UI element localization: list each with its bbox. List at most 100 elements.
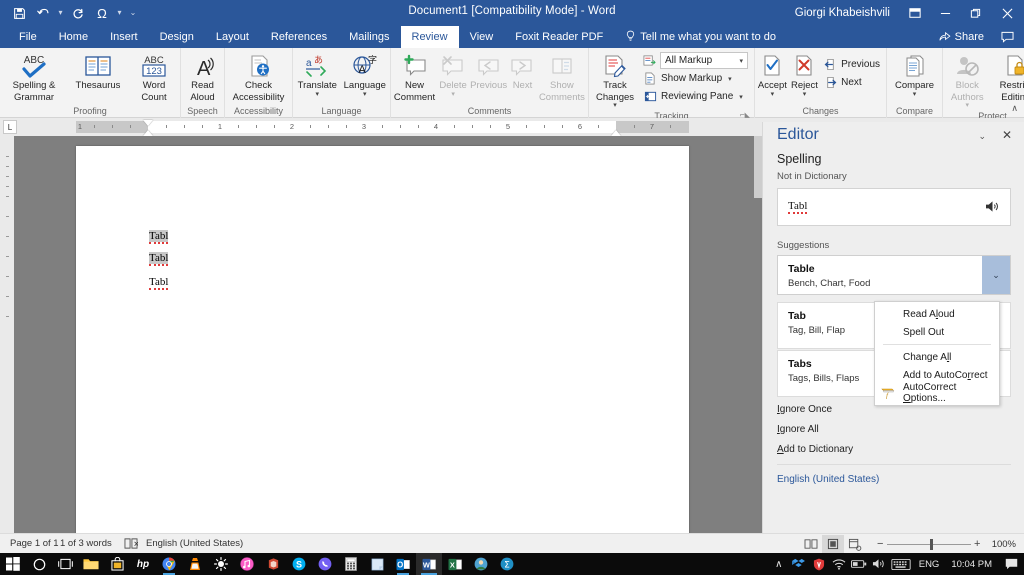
reject-dropdown-icon[interactable]: ▾	[803, 91, 807, 98]
tab-design[interactable]: Design	[149, 26, 205, 48]
view-web-layout-button[interactable]	[844, 535, 866, 553]
collapse-ribbon-icon[interactable]: ∧	[1011, 103, 1018, 114]
tell-me-search[interactable]: Tell me what you want to do	[614, 26, 776, 48]
minimize-icon[interactable]	[930, 0, 960, 26]
tab-file[interactable]: File	[8, 26, 48, 48]
vertical-scrollbar-thumb[interactable]	[754, 136, 762, 198]
tab-view[interactable]: View	[459, 26, 505, 48]
share-button[interactable]: Share	[931, 26, 992, 48]
document-word-1[interactable]: Tabl	[149, 230, 169, 244]
microsoft-outlook-icon[interactable]: O	[390, 553, 416, 575]
itunes-icon[interactable]	[234, 553, 260, 575]
action-center-icon[interactable]	[998, 553, 1024, 575]
show-markup-button[interactable]: Show Markup ▾	[640, 70, 753, 87]
microsoft-store-icon[interactable]	[104, 553, 130, 575]
translate-dropdown-icon[interactable]: ▾	[316, 91, 320, 98]
ignore-all-button[interactable]: Ignore All	[777, 424, 819, 435]
editor-pane-options-icon[interactable]: ⌄	[978, 131, 986, 142]
markup-mode-caret-icon[interactable]: ▾	[739, 57, 743, 65]
viber-icon[interactable]	[312, 553, 338, 575]
first-line-indent-marker[interactable]	[143, 120, 153, 126]
reviewing-pane-button[interactable]: Reviewing Pane ▾	[640, 88, 753, 105]
volume-icon[interactable]	[869, 553, 889, 575]
tab-layout[interactable]: Layout	[205, 26, 260, 48]
winrar-icon[interactable]	[260, 553, 286, 575]
tab-foxit-reader-pdf[interactable]: Foxit Reader PDF	[504, 26, 614, 48]
word-count-indicator[interactable]: 1 of 3 words	[60, 538, 112, 549]
antivirus-shield-icon[interactable]	[809, 553, 829, 575]
vlc-media-player-icon[interactable]	[182, 553, 208, 575]
tab-home[interactable]: Home	[48, 26, 99, 48]
show-comments-button[interactable]: Show Comments	[537, 50, 587, 103]
language-dropdown-icon[interactable]: ▾	[363, 91, 367, 98]
compare-dropdown-icon[interactable]: ▾	[913, 91, 917, 98]
document-word-3[interactable]: Tabl	[149, 276, 169, 290]
editor-language-link[interactable]: English (United States)	[777, 474, 879, 485]
ribbon-display-options-icon[interactable]	[900, 0, 930, 26]
zoom-track[interactable]	[886, 538, 971, 550]
context-menu-item-autocorrect-options[interactable]: f AutoCorrect Options...	[875, 382, 999, 404]
delete-comment-dropdown-icon[interactable]: ▾	[451, 91, 455, 98]
settings-brightness-icon[interactable]	[208, 553, 234, 575]
start-button[interactable]	[0, 553, 26, 575]
tab-review[interactable]: Review	[400, 26, 459, 48]
battery-icon[interactable]	[849, 553, 869, 575]
ignore-once-button[interactable]: Ignore Once	[777, 404, 832, 415]
block-authors-button[interactable]: Block Authors ▾	[944, 50, 991, 109]
delete-comment-button[interactable]: Delete ▾	[437, 50, 469, 98]
keyboard-layout-icon[interactable]	[889, 553, 913, 575]
clock[interactable]: 10:04 PM	[945, 559, 998, 570]
tab-mailings[interactable]: Mailings	[338, 26, 400, 48]
page-indicator[interactable]: Page 1 of 1	[10, 538, 59, 549]
zoom-level[interactable]: 100%	[992, 539, 1016, 550]
next-comment-button[interactable]: Next	[508, 50, 537, 92]
previous-comment-button[interactable]: Previous	[469, 50, 508, 92]
thesaurus-button[interactable]: Thesaurus	[67, 50, 129, 92]
view-read-mode-button[interactable]	[800, 535, 822, 553]
markup-mode-select[interactable]: All Markup ▾	[660, 52, 748, 69]
zoom-in-button[interactable]: +	[971, 538, 984, 550]
document-word-2[interactable]: Tabl	[149, 252, 169, 266]
next-change-button[interactable]: Next	[820, 74, 885, 91]
reject-button[interactable]: Reject ▾	[789, 50, 820, 98]
document-line-1[interactable]: Tabl	[149, 230, 169, 244]
calculator-icon[interactable]	[338, 553, 364, 575]
context-menu-item-change-all[interactable]: Change All	[875, 348, 999, 366]
view-print-layout-button[interactable]	[821, 535, 844, 553]
restore-icon[interactable]	[960, 0, 990, 26]
word-count-button[interactable]: ABC 123 Word Count	[129, 50, 179, 103]
tab-references[interactable]: References	[260, 26, 338, 48]
language-indicator-tray[interactable]: ENG	[913, 559, 946, 570]
close-icon[interactable]	[990, 0, 1024, 26]
zoom-out-button[interactable]: −	[874, 538, 887, 550]
compare-button[interactable]: Compare ▾	[888, 50, 941, 98]
speaker-icon[interactable]	[985, 200, 1000, 216]
skype-icon[interactable]: S	[286, 553, 312, 575]
hp-support-icon[interactable]: hp	[130, 553, 156, 575]
account-name[interactable]: Giorgi Khabeishvili	[795, 7, 890, 19]
document-page[interactable]: Tabl Tabl Tabl	[76, 146, 689, 546]
suggestion-menu-button[interactable]: ⌄	[982, 256, 1010, 294]
network-wifi-icon[interactable]	[829, 553, 849, 575]
zoom-slider[interactable]: − +	[874, 538, 984, 550]
document-canvas[interactable]: Tabl Tabl Tabl	[0, 136, 762, 546]
tab-stop-selector[interactable]: L	[3, 120, 17, 134]
translate-button[interactable]: aあ Translate ▾	[294, 50, 341, 98]
language-button[interactable]: A字 Language ▾	[341, 50, 389, 98]
math-app-icon[interactable]: Σ	[494, 553, 520, 575]
context-menu-item-read-aloud[interactable]: Read Aloud	[875, 305, 999, 323]
document-line-2[interactable]: Tabl	[149, 252, 169, 266]
restrict-editing-button[interactable]: Restrict Editing	[991, 50, 1024, 103]
editor-pane-close-icon[interactable]: ✕	[1002, 128, 1012, 142]
file-explorer-icon[interactable]	[78, 553, 104, 575]
reviewing-pane-caret-icon[interactable]: ▾	[739, 93, 743, 101]
google-chrome-icon[interactable]	[156, 553, 182, 575]
contacts-icon[interactable]	[468, 553, 494, 575]
track-changes-button[interactable]: Track Changes ▾	[590, 50, 640, 109]
add-to-dictionary-button[interactable]: Add to Dictionary	[777, 444, 853, 455]
horizontal-ruler[interactable]: 1 1 2 3 4 5 6 7	[76, 120, 689, 136]
context-menu-item-spell-out[interactable]: Spell Out	[875, 323, 999, 341]
accept-dropdown-icon[interactable]: ▾	[771, 91, 775, 98]
proofing-errors-icon[interactable]: ✕	[124, 537, 140, 553]
microsoft-excel-icon[interactable]: X	[442, 553, 468, 575]
